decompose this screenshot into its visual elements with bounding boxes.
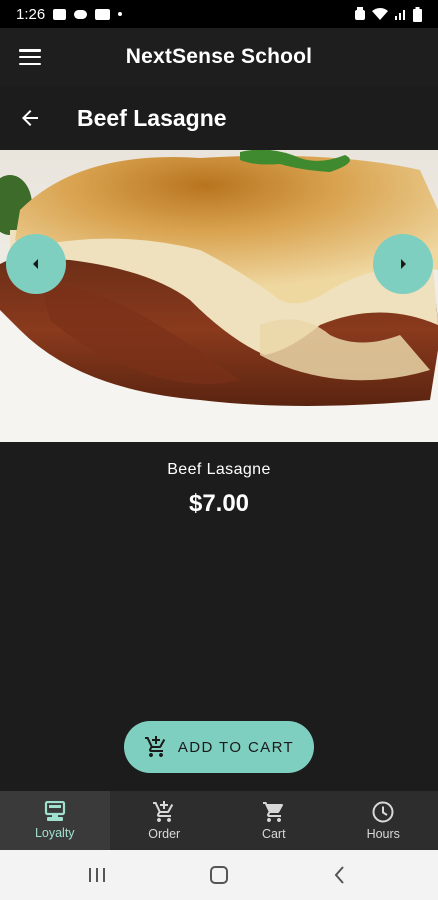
wifi-icon <box>372 8 388 20</box>
nav-label-cart: Cart <box>261 827 286 841</box>
home-icon[interactable] <box>209 864 229 886</box>
nav-item-order[interactable]: Order <box>110 791 220 850</box>
back-arrow-icon[interactable] <box>18 106 42 130</box>
nav-label-order: Order <box>148 827 181 841</box>
status-left: 1:26 <box>16 5 123 23</box>
product-image-carousel[interactable] <box>0 150 438 442</box>
status-right <box>354 6 422 22</box>
add-cart-icon <box>153 801 174 822</box>
page-header: Beef Lasagne <box>0 86 438 150</box>
gallery-notification-icon <box>53 8 67 20</box>
nav-item-hours[interactable]: Hours <box>329 791 438 850</box>
carousel-next-button[interactable] <box>373 234 433 294</box>
chevron-left-icon <box>33 259 38 269</box>
more-notifications-icon <box>118 12 123 16</box>
chevron-right-icon <box>401 259 406 269</box>
nav-item-loyalty[interactable]: Loyalty <box>0 791 110 850</box>
clock-icon <box>372 801 394 823</box>
add-cart-icon <box>144 736 166 757</box>
youtube-notification-icon <box>95 8 111 20</box>
loyalty-register-icon <box>44 801 65 821</box>
status-time: 1:26 <box>16 5 46 23</box>
product-name: Beef Lasagne <box>167 461 271 478</box>
app-bar: NextSense School <box>0 28 438 86</box>
signal-icon <box>395 10 405 20</box>
product-price: $7.00 <box>188 490 250 517</box>
cloud-notification-icon <box>74 9 88 19</box>
app-title: NextSense School <box>125 45 313 68</box>
battery-icon <box>413 6 422 22</box>
add-to-cart-label: ADD TO CART <box>177 738 295 756</box>
system-back-icon[interactable] <box>333 864 347 886</box>
status-bar: 1:26 <box>0 0 438 28</box>
bottom-navigation: Loyalty Order Cart Hours <box>0 791 438 850</box>
add-to-cart-button[interactable]: ADD TO CART <box>124 721 314 773</box>
menu-icon[interactable] <box>18 46 42 68</box>
nav-item-cart[interactable]: Cart <box>219 791 329 850</box>
recent-apps-icon[interactable] <box>88 864 106 886</box>
lasagne-photo <box>0 150 438 442</box>
cart-icon <box>262 802 283 822</box>
carousel-prev-button[interactable] <box>6 234 66 294</box>
alarm-icon <box>355 7 365 20</box>
page-title: Beef Lasagne <box>77 105 227 131</box>
nav-label-loyalty: Loyalty <box>34 826 75 840</box>
system-navigation-bar <box>0 850 438 900</box>
nav-label-hours: Hours <box>366 827 400 841</box>
